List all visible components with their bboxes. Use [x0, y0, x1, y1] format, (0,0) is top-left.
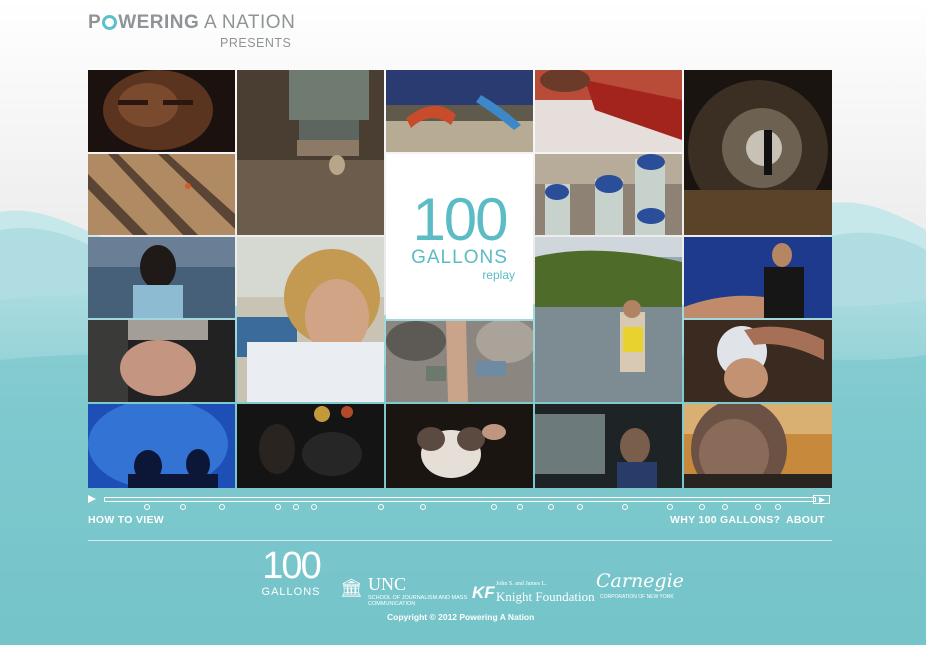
- tile-water-slides[interactable]: [386, 70, 533, 152]
- timeline-marker[interactable]: [491, 504, 497, 510]
- timeline-marker[interactable]: [667, 504, 673, 510]
- tile-hair-washing[interactable]: [684, 320, 832, 402]
- carnegie-subtitle: CORPORATION OF NEW YORK: [600, 594, 674, 600]
- timeline-marker[interactable]: [180, 504, 186, 510]
- logo-word: GALLONS: [411, 246, 508, 268]
- presents-label: PRESENTS: [220, 36, 292, 50]
- about-link[interactable]: ABOUT: [786, 514, 825, 526]
- photo-grid: 100 GALLONS replay: [88, 70, 832, 488]
- tile-boy-looking-up[interactable]: [535, 404, 682, 488]
- footer-divider: [88, 540, 832, 541]
- tile-child-rock-water[interactable]: [386, 321, 533, 402]
- play-button[interactable]: [88, 495, 96, 503]
- timeline-marker[interactable]: [144, 504, 150, 510]
- carnegie-signature: Carnegie: [596, 570, 684, 592]
- copyright-text: Copyright © 2012 Powering A Nation: [387, 612, 535, 622]
- timeline-marker[interactable]: [311, 504, 317, 510]
- timeline-marker[interactable]: [517, 504, 523, 510]
- footer-100-gallons-logo[interactable]: 100 GALLONS: [256, 546, 326, 608]
- timeline-marker[interactable]: [622, 504, 628, 510]
- timeline-marker[interactable]: [548, 504, 554, 510]
- timeline-marker[interactable]: [699, 504, 705, 510]
- how-to-view-link[interactable]: HOW TO VIEW: [88, 514, 164, 526]
- knight-title: Knight Foundation: [496, 589, 595, 604]
- logo-number: 100: [412, 185, 508, 253]
- timeline-marker[interactable]: [420, 504, 426, 510]
- timeline-marker[interactable]: [378, 504, 384, 510]
- brand-title: P WERING A NATION: [88, 12, 295, 34]
- unc-title: UNC: [368, 574, 407, 594]
- timeline-marker[interactable]: [722, 504, 728, 510]
- brand-part3: A NATION: [199, 12, 296, 33]
- tile-newborn-baby[interactable]: [88, 320, 235, 402]
- timeline-marker[interactable]: [293, 504, 299, 510]
- tile-hand-red-object[interactable]: [535, 70, 682, 152]
- timeline-marker[interactable]: [577, 504, 583, 510]
- footer-logo-word: GALLONS: [261, 586, 321, 598]
- tile-kitten[interactable]: [386, 404, 533, 488]
- timeline-track[interactable]: [104, 497, 816, 502]
- unc-subtitle: SCHOOL OF JOURNALISM AND MASS COMMUNICAT…: [368, 595, 468, 607]
- tile-beach-shadows[interactable]: [88, 154, 235, 235]
- timeline-marker[interactable]: [755, 504, 761, 510]
- center-logo-tile[interactable]: 100 GALLONS replay: [386, 154, 533, 319]
- tile-aquarium-silhouettes[interactable]: [88, 404, 235, 488]
- tile-old-man-portrait[interactable]: [684, 404, 832, 488]
- unc-seal-icon: 🏛: [340, 578, 363, 598]
- timeline-marker[interactable]: [275, 504, 281, 510]
- knight-kf-icon: KF: [472, 583, 495, 602]
- brand-part1: P: [88, 12, 102, 33]
- why-100-gallons-link[interactable]: WHY 100 GALLONS?: [670, 514, 780, 526]
- tile-child-looking-at-water[interactable]: [88, 237, 235, 318]
- tile-bottle-caps[interactable]: [535, 154, 682, 235]
- tile-woman-crying[interactable]: [237, 237, 384, 402]
- timeline-end-button[interactable]: [813, 495, 830, 504]
- brand-part2: WERING: [118, 12, 200, 33]
- tile-girl-in-lake[interactable]: [535, 237, 682, 402]
- tile-dripping-faucet[interactable]: [237, 70, 384, 235]
- knight-small: John S. and James L.: [496, 581, 547, 587]
- tile-man-blue-shirt[interactable]: [684, 237, 832, 318]
- power-icon: [102, 15, 118, 30]
- footer-logo-number: 100: [262, 545, 321, 587]
- logo-replay: replay: [482, 267, 515, 282]
- tile-tunnel-figure[interactable]: [684, 70, 832, 235]
- timeline-marker[interactable]: [775, 504, 781, 510]
- timeline-marker[interactable]: [219, 504, 225, 510]
- tile-night-lights[interactable]: [237, 404, 384, 488]
- tile-boy-face[interactable]: [88, 70, 235, 152]
